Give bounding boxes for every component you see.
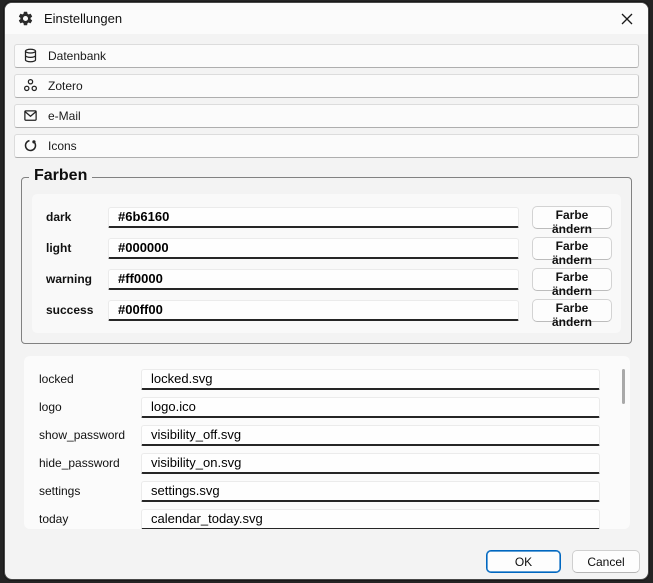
farben-title: Farben [29,167,92,185]
title-bar: Einstellungen [5,3,648,34]
change-color-button[interactable]: Farbe ändern [532,206,612,229]
icon-row-locked: locked [36,369,618,389]
change-color-button[interactable]: Farbe ändern [532,299,612,322]
gear-icon [17,10,34,27]
icon-input-today[interactable] [141,509,600,530]
icons-list-panel: locked logo show_password hide_password … [24,356,630,529]
color-row-warning: warning Farbe ändern [41,268,612,290]
icon-row-settings: settings [36,481,618,501]
icon-label: logo [36,400,141,414]
close-button[interactable] [606,3,648,34]
mail-icon [23,108,39,124]
settings-dialog: Einstellungen Datenbank [4,2,649,580]
database-icon [23,48,39,64]
icon-input-show-password[interactable] [141,425,600,446]
section-zotero[interactable]: Zotero [14,74,639,98]
icon-input-locked[interactable] [141,369,600,390]
icon-input-hide-password[interactable] [141,453,600,474]
refresh-icon [23,138,39,154]
cancel-button[interactable]: Cancel [572,550,640,573]
dialog-footer: OK Cancel [486,550,640,573]
change-color-button[interactable]: Farbe ändern [532,237,612,260]
section-icons[interactable]: Icons [14,134,639,158]
window-title: Einstellungen [44,11,122,26]
farben-panel: dark Farbe ändern light Farbe ändern war… [32,194,621,333]
icon-label: locked [36,372,141,386]
color-row-dark: dark Farbe ändern [41,206,612,228]
color-input-success[interactable] [108,300,519,321]
ok-button[interactable]: OK [486,550,561,573]
color-row-light: light Farbe ändern [41,237,612,259]
icon-label: hide_password [36,456,141,470]
icon-row-today: today [36,509,618,529]
farben-groupbox: Farben dark Farbe ändern light Farbe änd… [21,177,632,344]
section-label: Zotero [48,79,83,93]
change-color-button[interactable]: Farbe ändern [532,268,612,291]
section-email[interactable]: e-Mail [14,104,639,128]
icon-input-logo[interactable] [141,397,600,418]
color-row-success: success Farbe ändern [41,299,612,321]
close-icon [620,12,634,26]
icon-input-settings[interactable] [141,481,600,502]
icon-row-logo: logo [36,397,618,417]
section-datenbank[interactable]: Datenbank [14,44,639,68]
color-input-dark[interactable] [108,207,519,228]
section-list: Datenbank Zotero e-Mail [5,34,648,158]
color-input-warning[interactable] [108,269,519,290]
icon-label: today [36,512,141,526]
color-label: warning [41,272,108,286]
vertical-scrollbar[interactable] [622,369,625,404]
section-label: Datenbank [48,49,106,63]
icon-label: show_password [36,428,141,442]
color-label: light [41,241,108,255]
zotero-icon [23,78,39,94]
color-label: dark [41,210,108,224]
section-label: Icons [48,139,77,153]
icon-row-show-password: show_password [36,425,618,445]
section-label: e-Mail [48,109,81,123]
color-label: success [41,303,108,317]
color-input-light[interactable] [108,238,519,259]
icon-row-hide-password: hide_password [36,453,618,473]
icon-label: settings [36,484,141,498]
